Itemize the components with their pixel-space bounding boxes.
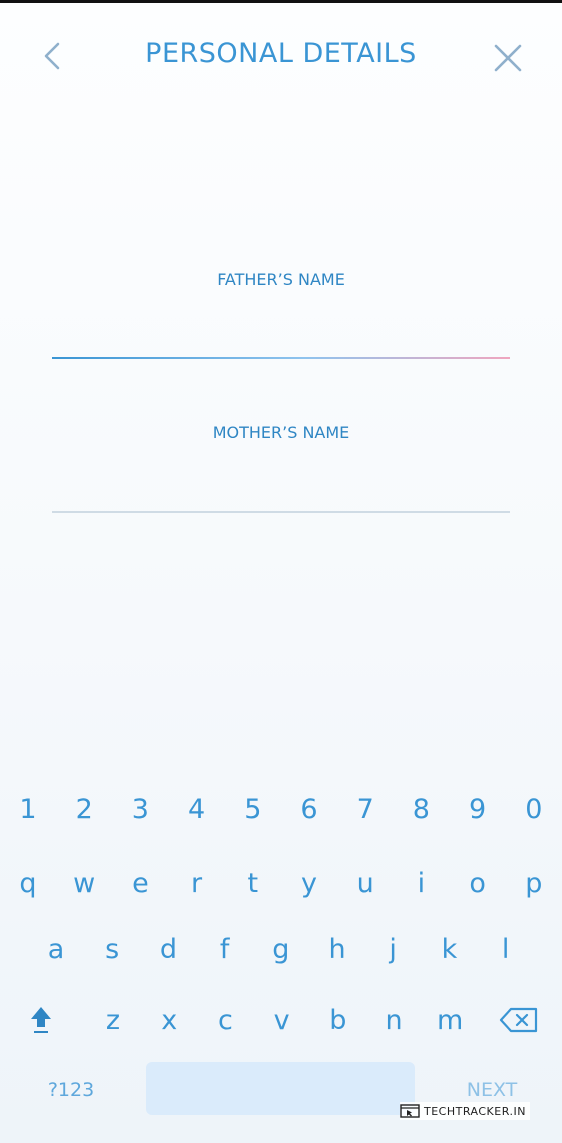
key-r[interactable]: r xyxy=(172,856,222,910)
keyboard: 1234567890 qwertyuiop asdfghjkl zxcvbnm … xyxy=(0,770,562,1143)
father-name-underline xyxy=(52,357,510,359)
key-h[interactable]: h xyxy=(312,922,362,976)
key-k[interactable]: k xyxy=(424,922,474,976)
key-c[interactable]: c xyxy=(200,993,250,1047)
key-x[interactable]: x xyxy=(144,993,194,1047)
key-3[interactable]: 3 xyxy=(115,782,165,836)
mother-name-underline xyxy=(52,511,510,513)
key-8[interactable]: 8 xyxy=(396,782,446,836)
key-q[interactable]: q xyxy=(3,856,53,910)
watermark-text: TECHTRACKER.IN xyxy=(424,1104,526,1118)
key-b[interactable]: b xyxy=(313,993,363,1047)
key-n[interactable]: n xyxy=(369,993,419,1047)
key-v[interactable]: v xyxy=(257,993,307,1047)
key-l[interactable]: l xyxy=(481,922,531,976)
father-name-input[interactable] xyxy=(52,318,514,356)
key-m[interactable]: m xyxy=(425,993,475,1047)
watermark: TECHTRACKER.IN xyxy=(400,1102,530,1120)
symbols-mode-key[interactable]: ?123 xyxy=(30,1070,112,1110)
key-e[interactable]: e xyxy=(115,856,165,910)
key-d[interactable]: d xyxy=(143,922,193,976)
key-y[interactable]: y xyxy=(284,856,334,910)
key-g[interactable]: g xyxy=(256,922,306,976)
mother-name-input[interactable] xyxy=(52,472,514,510)
key-w[interactable]: w xyxy=(59,856,109,910)
key-u[interactable]: u xyxy=(340,856,390,910)
key-1[interactable]: 1 xyxy=(3,782,53,836)
key-7[interactable]: 7 xyxy=(340,782,390,836)
backspace-key[interactable] xyxy=(494,993,544,1047)
key-p[interactable]: p xyxy=(509,856,559,910)
browser-window-icon xyxy=(400,1104,420,1118)
backspace-icon xyxy=(499,1007,538,1033)
father-name-label: FATHER’S NAME xyxy=(217,270,345,289)
space-key[interactable] xyxy=(146,1062,415,1115)
close-button[interactable] xyxy=(486,36,530,80)
key-o[interactable]: o xyxy=(453,856,503,910)
status-bar-strip xyxy=(0,0,562,3)
mother-name-label: MOTHER’S NAME xyxy=(212,423,350,442)
key-i[interactable]: i xyxy=(396,856,446,910)
page-title: PERSONAL DETAILS xyxy=(145,38,417,69)
key-4[interactable]: 4 xyxy=(172,782,222,836)
close-icon xyxy=(494,44,522,72)
shift-key[interactable] xyxy=(16,993,66,1047)
key-5[interactable]: 5 xyxy=(228,782,278,836)
key-j[interactable]: j xyxy=(368,922,418,976)
key-s[interactable]: s xyxy=(87,922,137,976)
key-9[interactable]: 9 xyxy=(453,782,503,836)
key-6[interactable]: 6 xyxy=(284,782,334,836)
key-t[interactable]: t xyxy=(228,856,278,910)
shift-arrow-icon xyxy=(31,1007,51,1033)
header: PERSONAL DETAILS xyxy=(0,28,562,84)
key-0[interactable]: 0 xyxy=(509,782,559,836)
key-z[interactable]: z xyxy=(88,993,138,1047)
key-a[interactable]: a xyxy=(31,922,81,976)
key-f[interactable]: f xyxy=(200,922,250,976)
key-2[interactable]: 2 xyxy=(59,782,109,836)
